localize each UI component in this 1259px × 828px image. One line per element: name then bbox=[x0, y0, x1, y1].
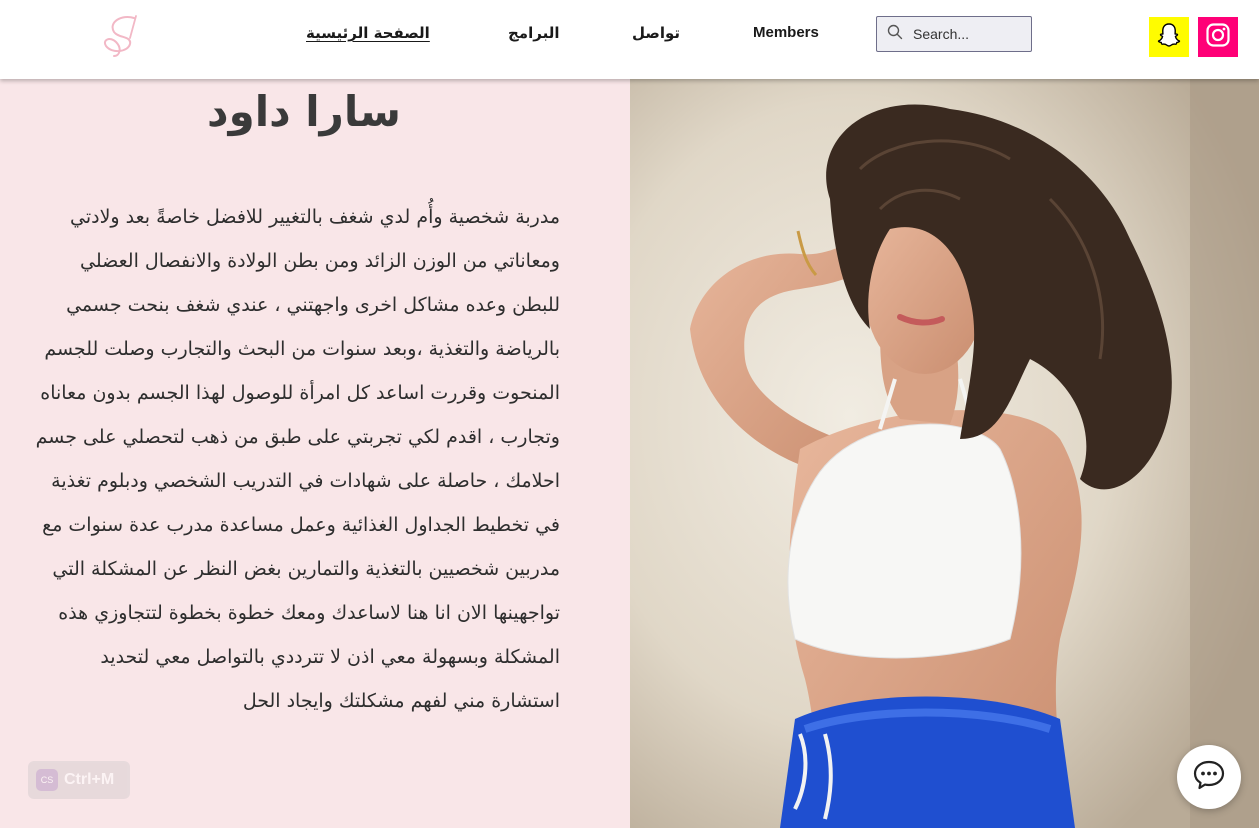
search-icon bbox=[887, 24, 903, 44]
site-header: الصفحة الرئيسية البرامج تواصل Members bbox=[0, 0, 1259, 79]
woman-portrait-image bbox=[630, 79, 1259, 828]
instagram-icon bbox=[1204, 21, 1232, 53]
chat-icon bbox=[1192, 759, 1226, 795]
profile-photo bbox=[630, 79, 1259, 828]
nav-members[interactable]: Members bbox=[753, 24, 819, 41]
nav-contact[interactable]: تواصل bbox=[632, 24, 680, 42]
page-title: سارا داود bbox=[207, 87, 401, 136]
search-box[interactable] bbox=[876, 16, 1032, 52]
instagram-button[interactable] bbox=[1198, 17, 1238, 57]
nav-home[interactable]: الصفحة الرئيسية bbox=[306, 24, 430, 42]
snapchat-button[interactable] bbox=[1149, 17, 1189, 57]
nav-programs[interactable]: البرامج bbox=[508, 24, 559, 42]
chat-button[interactable] bbox=[1177, 745, 1241, 809]
cs-extension-icon: CS bbox=[36, 769, 58, 791]
shortcut-badge[interactable]: CS Ctrl+M bbox=[28, 761, 130, 799]
logo-icon[interactable] bbox=[100, 12, 148, 58]
snapchat-icon bbox=[1155, 21, 1183, 53]
search-input[interactable] bbox=[913, 26, 1023, 42]
about-section: سارا داود مدربة شخصية وأُم لدي شغف بالتغ… bbox=[0, 79, 630, 828]
shortcut-label: Ctrl+M bbox=[64, 771, 115, 788]
bio-text: مدربة شخصية وأُم لدي شغف بالتغيير للافضل… bbox=[35, 206, 560, 712]
